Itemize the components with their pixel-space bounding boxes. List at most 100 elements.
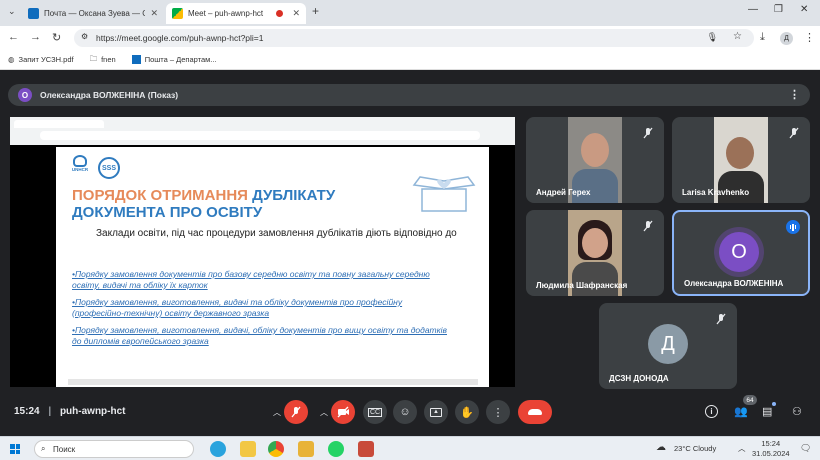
file-explorer-icon[interactable] xyxy=(240,441,256,457)
weather-text[interactable]: 23°C Cloudy xyxy=(674,444,716,453)
tab-meet-label: Meet – puh-awnp-hct xyxy=(188,9,264,18)
system-clock[interactable]: 15:24 31.05.2024 xyxy=(752,439,790,459)
outlook-icon xyxy=(131,55,141,64)
back-icon[interactable]: ← xyxy=(8,31,19,43)
leave-call-button[interactable] xyxy=(518,400,552,424)
emoji-icon: ☺ xyxy=(399,406,411,418)
meeting-controls: 15:24 | puh-awnp-hct ︿ ︿ CC ☺ ▲ ✋ ⋮ i 64… xyxy=(0,390,820,436)
globe-icon: ◍ xyxy=(8,55,15,64)
participant-tile-active[interactable]: О Олександра ВОЛЖЕНІНА xyxy=(672,210,810,296)
mic-off-icon xyxy=(291,406,301,418)
present-button[interactable]: ▲ xyxy=(424,400,448,424)
participant-avatar: О xyxy=(719,232,759,272)
minimize-icon[interactable]: — xyxy=(748,4,758,15)
slide-link: •Порядку замовлення документів про базов… xyxy=(72,269,430,290)
more-options-button[interactable]: ⋮ xyxy=(486,400,510,424)
whatsapp-icon[interactable] xyxy=(328,441,344,457)
folder-icon[interactable] xyxy=(298,441,314,457)
address-toolbar: ← → ↻ ⚙ https://meet.google.com/puh-awnp… xyxy=(0,26,820,50)
meeting-code: puh-awnp-hct xyxy=(59,406,126,417)
participant-avatar: Д xyxy=(648,324,688,364)
bookmark-item[interactable]: Пошта – Департам... xyxy=(131,55,217,64)
telegram-icon[interactable] xyxy=(210,441,226,457)
presenter-label: Олександра ВОЛЖЕНІНА (Показ) xyxy=(40,90,179,100)
new-tab-icon[interactable]: + xyxy=(312,4,319,18)
tab-meet[interactable]: Meet – puh-awnp-hct ✕ xyxy=(166,3,306,24)
video-settings-chevron-icon[interactable]: ︿ xyxy=(320,407,328,418)
ministry-logo: SSS xyxy=(98,157,120,179)
slide-subtitle: Заклади освіти, під час процедури замовл… xyxy=(96,228,457,239)
participant-tile[interactable]: Андрей Герех xyxy=(526,117,664,203)
app-icon[interactable] xyxy=(358,441,374,457)
close-tab-icon[interactable]: ✕ xyxy=(150,8,158,19)
hang-up-icon xyxy=(528,409,542,415)
forward-icon[interactable]: → xyxy=(30,31,41,43)
chat-unread-dot xyxy=(772,402,776,406)
chrome-icon[interactable] xyxy=(268,441,284,457)
captions-button[interactable]: CC xyxy=(363,400,387,424)
mic-toggle-button[interactable] xyxy=(284,400,308,424)
raise-hand-button[interactable]: ✋ xyxy=(455,400,479,424)
meet-icon xyxy=(172,8,183,19)
participant-name: Олександра ВОЛЖЕНІНА xyxy=(684,279,784,288)
browser-tab-strip: ⌄ Почта — Оксана Зуева — Outl ✕ Meet – p… xyxy=(0,0,820,26)
reload-icon[interactable]: ↻ xyxy=(52,31,61,44)
shared-screen: UNHCR SSS ПОРЯДОК ОТРИМАННЯ ДУБЛІКАТУ ДО… xyxy=(10,117,515,387)
tab-outlook[interactable]: Почта — Оксана Зуева — Outl ✕ xyxy=(22,3,164,24)
hand-icon: ✋ xyxy=(460,406,474,419)
participant-name: Андрей Герех xyxy=(536,188,591,197)
taskbar-search[interactable]: ⌕ Поиск xyxy=(34,440,194,458)
camera-off-icon xyxy=(337,406,349,418)
participant-tile[interactable]: Людмила Шафранская xyxy=(526,210,664,296)
mic-off-icon xyxy=(716,313,726,325)
mic-permission-icon[interactable]: 🎙 xyxy=(707,32,718,43)
bookmark-star-icon[interactable]: ☆ xyxy=(733,31,742,42)
profile-avatar[interactable]: Д xyxy=(780,32,793,45)
url-text: https://meet.google.com/puh-awnp-hct?pli… xyxy=(96,33,264,43)
participant-name: Людмила Шафранская xyxy=(536,281,628,290)
participant-tile[interactable]: Д ДСЗН ДОНОДА xyxy=(599,303,737,389)
menu-kebab-icon[interactable]: ⋮ xyxy=(804,31,815,44)
participant-tile[interactable]: Larisa Kravhenko xyxy=(672,117,810,203)
people-icon[interactable]: 👥 xyxy=(734,405,748,419)
bookmark-item[interactable]: 🗀 fnen xyxy=(90,53,116,66)
download-icon[interactable]: ⤓ xyxy=(760,31,765,44)
bookmark-label: fnen xyxy=(101,55,116,64)
participant-count-badge: 64 xyxy=(743,395,757,405)
tab-search-chevron-icon[interactable]: ⌄ xyxy=(8,6,16,17)
more-vert-icon: ⋮ xyxy=(492,406,504,419)
tab-outlook-label: Почта — Оксана Зуева — Outl xyxy=(44,9,146,18)
activities-icon[interactable]: ⚇ xyxy=(792,405,806,419)
speaking-indicator-icon xyxy=(786,220,800,234)
start-windows-icon[interactable] xyxy=(10,444,20,454)
bookmark-label: Пошта – Департам... xyxy=(144,55,217,64)
slide-footer xyxy=(68,379,478,385)
tray-chevron-icon[interactable]: ︿ xyxy=(738,443,746,454)
camera-toggle-button[interactable] xyxy=(331,400,355,424)
chat-icon[interactable]: ▤ xyxy=(762,405,776,419)
reactions-button[interactable]: ☺ xyxy=(393,400,417,424)
unhcr-logo: UNHCR xyxy=(70,155,90,177)
slide-title: ПОРЯДОК ОТРИМАННЯ ДУБЛІКАТУ ДОКУМЕНТА ПР… xyxy=(72,187,336,221)
notifications-icon[interactable]: 🗨 xyxy=(800,443,811,454)
bookmark-item[interactable]: ◍ Запит УСЗН.pdf xyxy=(8,55,74,64)
audio-settings-chevron-icon[interactable]: ︿ xyxy=(273,407,281,418)
close-tab-icon[interactable]: ✕ xyxy=(292,8,300,19)
meeting-info: 15:24 | puh-awnp-hct xyxy=(14,406,126,417)
meeting-details-icon[interactable]: i xyxy=(705,405,718,418)
meet-window: О Олександра ВОЛЖЕНІНА (Показ) ⋮ UNHCR S… xyxy=(0,70,820,436)
site-settings-icon[interactable]: ⚙ xyxy=(81,32,88,41)
close-window-icon[interactable]: ✕ xyxy=(800,4,808,15)
weather-icon: ☁ xyxy=(656,442,666,453)
participant-name: Larisa Kravhenko xyxy=(682,188,750,197)
restore-icon[interactable]: ❐ xyxy=(774,4,783,15)
present-screen-icon: ▲ xyxy=(430,407,442,417)
mic-off-icon xyxy=(643,220,653,232)
url-field[interactable]: ⚙ https://meet.google.com/puh-awnp-hct?p… xyxy=(74,29,754,47)
slide-link: •Порядку замовлення, виготовлення, видач… xyxy=(72,325,447,346)
windows-taskbar: ⌕ Поиск ☁ 23°C Cloudy ︿ 15:24 31.05.2024… xyxy=(0,436,820,460)
participant-name: ДСЗН ДОНОДА xyxy=(609,374,669,383)
meeting-time: 15:24 xyxy=(14,406,40,417)
more-options-icon[interactable]: ⋮ xyxy=(789,88,800,101)
mic-off-icon xyxy=(789,127,799,139)
